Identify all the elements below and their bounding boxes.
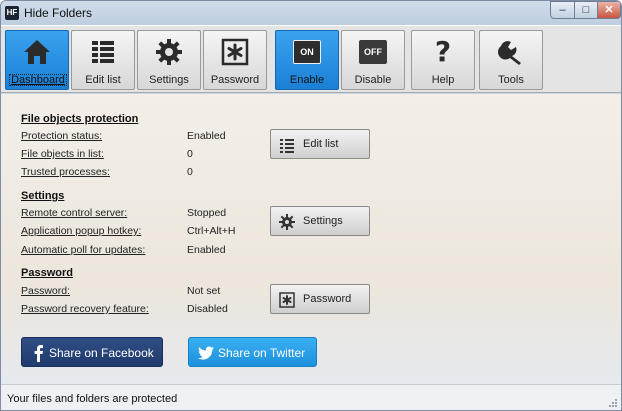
password-heading: Password: [21, 267, 73, 279]
auto-poll-link[interactable]: Automatic poll for updates:: [21, 244, 145, 256]
gear-icon: [279, 214, 295, 230]
maximize-button[interactable]: □: [574, 1, 598, 19]
password-button[interactable]: Password: [203, 30, 267, 90]
title-bar[interactable]: HF Hide Folders – □ ✕: [1, 1, 621, 25]
edit-list-button[interactable]: Edit list: [71, 30, 135, 90]
list-icon: [72, 37, 134, 67]
disable-label: Disable: [354, 74, 392, 86]
settings-side-label: Settings: [303, 215, 343, 227]
list-icon: [279, 137, 295, 153]
popup-hotkey-link[interactable]: Application popup hotkey:: [21, 225, 141, 237]
password-side-label: Password: [303, 293, 352, 305]
status-bar: Your files and folders are protected: [1, 384, 621, 410]
app-icon: HF: [5, 6, 19, 20]
popup-hotkey-value: Ctrl+Alt+H: [187, 225, 236, 237]
auto-poll-value: Enabled: [187, 244, 226, 256]
dashboard-button[interactable]: Dashboard: [5, 30, 69, 90]
asterisk-icon: [279, 292, 295, 308]
asterisk-icon: [204, 37, 266, 67]
protection-status-value: Enabled: [187, 130, 226, 142]
wrench-icon: [480, 37, 542, 67]
facebook-icon: [30, 344, 48, 362]
password-side-button[interactable]: Password: [270, 284, 370, 314]
window-title: Hide Folders: [24, 6, 93, 20]
share-facebook-label: Share on Facebook: [49, 346, 154, 360]
twitter-bird-icon: [197, 344, 215, 362]
trusted-processes-link[interactable]: Trusted processes:: [21, 166, 110, 178]
share-facebook-button[interactable]: Share on Facebook: [21, 337, 163, 367]
password-recovery-link[interactable]: Password recovery feature:: [21, 303, 149, 315]
minimize-button[interactable]: –: [550, 1, 575, 19]
gear-icon: [138, 37, 200, 67]
app-window: HF Hide Folders – □ ✕ Dashboard Edit lis…: [0, 0, 622, 411]
tools-label: Tools: [498, 74, 524, 86]
settings-side-button[interactable]: Settings: [270, 206, 370, 236]
password-recovery-value: Disabled: [187, 303, 228, 315]
trusted-processes-value: 0: [187, 166, 193, 178]
off-switch-icon: OFF: [342, 37, 404, 67]
password-label: Password: [210, 74, 260, 86]
status-text: Your files and folders are protected: [7, 393, 178, 405]
disable-button[interactable]: OFF Disable: [341, 30, 405, 90]
share-twitter-button[interactable]: Share on Twitter: [188, 337, 317, 367]
protection-status-link[interactable]: Protection status:: [21, 130, 102, 142]
toolbar: Dashboard Edit list Settings Password ON…: [1, 25, 621, 93]
enable-label: Enable: [289, 74, 325, 86]
resize-grip-icon[interactable]: [608, 398, 618, 408]
dashboard-panel: File objects protection Protection statu…: [1, 94, 621, 384]
edit-list-side-label: Edit list: [303, 138, 339, 150]
remote-control-link[interactable]: Remote control server:: [21, 207, 127, 219]
settings-button[interactable]: Settings: [137, 30, 201, 90]
settings-label: Settings: [149, 74, 189, 86]
close-button[interactable]: ✕: [597, 1, 621, 19]
edit-list-side-button[interactable]: Edit list: [270, 129, 370, 159]
dashboard-label: Dashboard: [9, 74, 67, 86]
password-value: Not set: [187, 285, 221, 297]
file-objects-count-link[interactable]: File objects in list:: [21, 148, 104, 160]
help-label: Help: [431, 74, 455, 86]
file-objects-heading: File objects protection: [21, 113, 139, 125]
file-objects-count-value: 0: [187, 148, 193, 160]
home-icon: [6, 37, 68, 67]
password-link[interactable]: Password:: [21, 285, 70, 297]
share-twitter-label: Share on Twitter: [218, 346, 306, 360]
on-switch-icon: ON: [276, 37, 338, 67]
tools-button[interactable]: Tools: [479, 30, 543, 90]
remote-control-value: Stopped: [187, 207, 227, 219]
settings-heading: Settings: [21, 190, 65, 202]
question-icon: ?: [434, 35, 452, 68]
help-button[interactable]: ? Help: [411, 30, 475, 90]
enable-button[interactable]: ON Enable: [275, 30, 339, 90]
edit-list-label: Edit list: [85, 74, 121, 86]
